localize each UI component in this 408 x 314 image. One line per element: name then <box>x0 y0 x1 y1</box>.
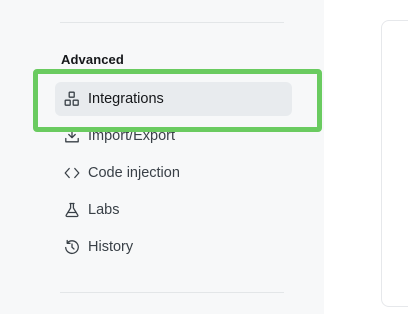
content-panel <box>381 20 408 307</box>
sidebar-item-import-export[interactable]: Import/Export <box>55 119 292 153</box>
sidebar-item-labs[interactable]: Labs <box>55 193 292 227</box>
sidebar-item-label: Code injection <box>88 165 180 181</box>
history-icon <box>63 238 81 256</box>
sidebar-item-label: Labs <box>88 202 120 218</box>
sidebar-item-label: Integrations <box>88 91 164 107</box>
flask-icon <box>63 201 81 219</box>
code-icon <box>63 164 81 182</box>
sidebar-item-code-injection[interactable]: Code injection <box>55 156 292 190</box>
divider <box>60 292 284 293</box>
sidebar-item-label: History <box>88 239 134 255</box>
settings-page: Advanced Integrations Import/Export Code… <box>0 0 408 314</box>
sidebar-item-history[interactable]: History <box>55 230 292 264</box>
section-title-advanced: Advanced <box>61 52 124 67</box>
sidebar-item-label: Import/Export <box>88 128 176 144</box>
download-icon <box>63 127 81 145</box>
sidebar-item-integrations[interactable]: Integrations <box>55 82 292 116</box>
integrations-icon <box>63 90 81 108</box>
divider <box>60 22 284 23</box>
settings-sidebar: Advanced Integrations Import/Export Code… <box>0 0 324 314</box>
